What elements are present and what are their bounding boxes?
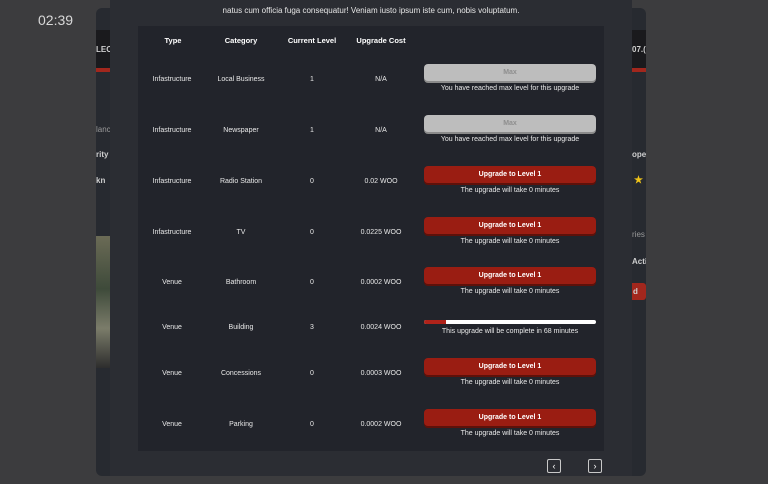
header-current-level: Current Level (287, 36, 337, 45)
table-header: Type Category Current Level Upgrade Cost (138, 26, 604, 54)
modal-intro-text: natus cum officia fuga consequatur! Veni… (222, 6, 520, 15)
row-action: Max You have reached max level for this … (424, 115, 596, 143)
row-action: Upgrade to Level 1 The upgrade will take… (424, 267, 596, 295)
cell-category: Newspaper (223, 127, 259, 134)
cell-category: Building (228, 324, 254, 331)
cell-cost: 0.0003 WOO (360, 370, 402, 377)
row-action: Upgrade to Level 1 The upgrade will take… (424, 358, 596, 386)
cell-level: 0 (310, 421, 314, 428)
cell-level: 0 (310, 229, 314, 236)
background-text: rity (96, 150, 109, 159)
background-text: d (633, 287, 638, 296)
next-page-button[interactable]: › (588, 459, 602, 473)
clock: 02:39 (38, 12, 74, 28)
cell-type: Venue (162, 421, 182, 428)
upgrade-button[interactable]: Upgrade to Level 1 (424, 267, 596, 284)
background-text: kn (96, 176, 106, 185)
cell-cost: 0.02 WOO (364, 178, 398, 185)
cell-type: Infastructure (152, 229, 192, 236)
cell-level: 1 (310, 127, 314, 134)
background-accent (96, 68, 110, 72)
upgrade-note: You have reached max level for this upgr… (440, 85, 580, 92)
background-text: ries (632, 230, 645, 239)
upgrade-note: The upgrade will take 0 minutes (460, 288, 560, 295)
cell-cost: 0.0002 WOO (360, 279, 402, 286)
upgrades-table: Type Category Current Level Upgrade Cost… (138, 26, 604, 451)
background-accent (632, 68, 646, 72)
cell-cost: N/A (375, 127, 387, 134)
cell-category: Concessions (220, 370, 262, 377)
cell-cost: N/A (375, 76, 387, 83)
cell-level: 1 (310, 76, 314, 83)
cell-type: Infastructure (152, 76, 192, 83)
cell-category: Radio Station (219, 178, 263, 185)
cell-type: Infastructure (152, 127, 192, 134)
cell-type: Venue (162, 279, 182, 286)
cell-type: Venue (162, 370, 182, 377)
upgrade-note: The upgrade will take 0 minutes (460, 379, 560, 386)
cell-category: Bathroom (225, 279, 257, 286)
upgrade-note: This upgrade will be complete in 68 minu… (441, 328, 579, 335)
max-level-button[interactable]: Max (424, 64, 596, 81)
cell-cost: 0.0002 WOO (360, 421, 402, 428)
upgrade-note: The upgrade will take 0 minutes (460, 187, 560, 194)
background-text: Acti (632, 257, 646, 266)
cell-category: Parking (229, 421, 253, 428)
cell-level: 0 (310, 370, 314, 377)
background-text: ope (632, 150, 646, 159)
cell-level: 0 (310, 279, 314, 286)
cell-category: TV (236, 229, 246, 236)
upgrade-progress-bar (424, 320, 596, 324)
background-image (96, 236, 110, 368)
row-action: Upgrade to Level 1 The upgrade will take… (424, 409, 596, 437)
row-action: Upgrade to Level 1 The upgrade will take… (424, 217, 596, 245)
progress-fill (424, 320, 447, 324)
header-type: Type (164, 36, 182, 45)
row-action: Upgrade to Level 1 The upgrade will take… (424, 166, 596, 194)
header-category: Category (224, 36, 258, 45)
cell-cost: 0.0225 WOO (360, 229, 402, 236)
cell-cost: 0.0024 WOO (360, 324, 402, 331)
background-text: 07.( (632, 45, 646, 54)
row-action: Max You have reached max level for this … (424, 64, 596, 92)
upgrade-button[interactable]: Upgrade to Level 1 (424, 358, 596, 375)
upgrade-note: The upgrade will take 0 minutes (460, 238, 560, 245)
max-level-button[interactable]: Max (424, 115, 596, 132)
upgrade-button[interactable]: Upgrade to Level 1 (424, 217, 596, 234)
upgrade-button[interactable]: Upgrade to Level 1 (424, 166, 596, 183)
prev-page-button[interactable]: ‹ (547, 459, 561, 473)
cell-level: 0 (310, 178, 314, 185)
cell-category: Local Business (217, 76, 265, 83)
header-upgrade-cost: Upgrade Cost (356, 36, 406, 45)
star-icon: ★ (634, 175, 643, 186)
cell-type: Venue (162, 324, 182, 331)
row-action: This upgrade will be complete in 68 minu… (424, 320, 596, 335)
cell-level: 3 (310, 324, 314, 331)
upgrade-note: The upgrade will take 0 minutes (460, 430, 560, 437)
upgrade-note: You have reached max level for this upgr… (440, 136, 580, 143)
upgrades-modal: natus cum officia fuga consequatur! Veni… (110, 0, 632, 476)
cell-type: Infastructure (152, 178, 192, 185)
background-text: lanc (96, 125, 111, 134)
upgrade-button[interactable]: Upgrade to Level 1 (424, 409, 596, 426)
